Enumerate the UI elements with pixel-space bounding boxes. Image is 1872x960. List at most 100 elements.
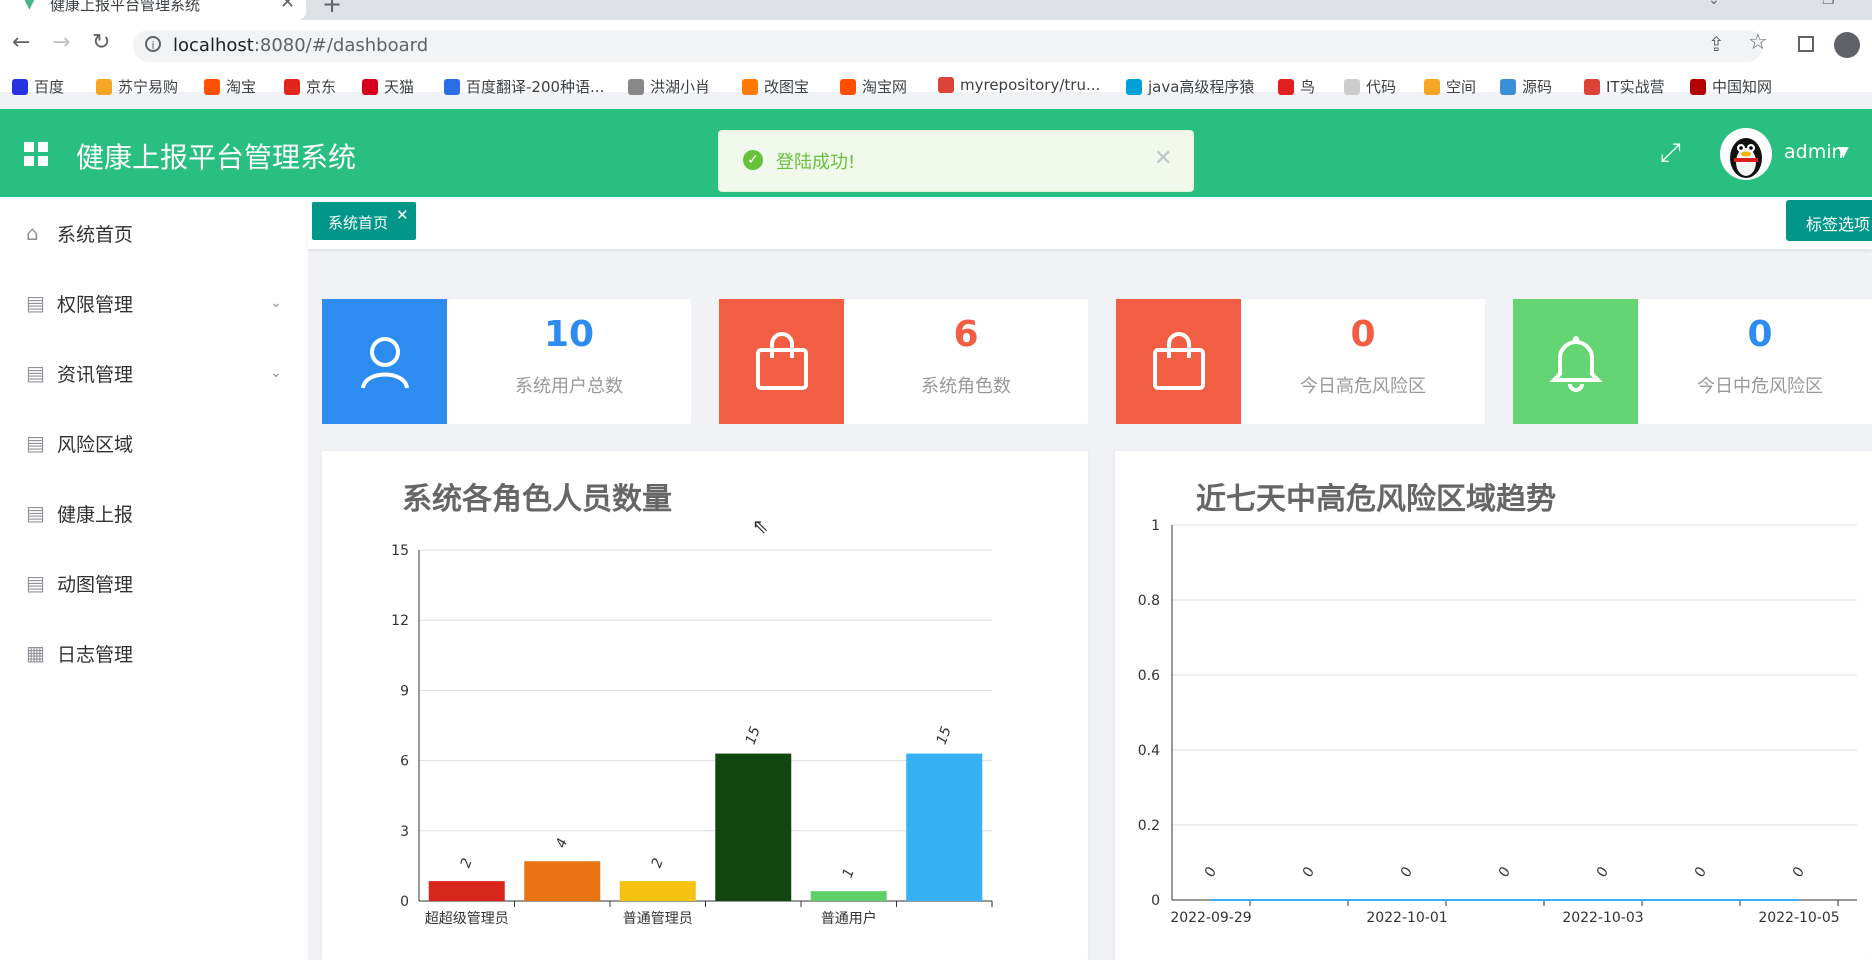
sidebar-item[interactable]: ▤ 动图管理 [0, 548, 308, 618]
tab-search-icon[interactable]: ⌄ [1708, 0, 1720, 8]
bookmark-favicon-icon [1500, 78, 1516, 95]
role-bar-chart: 0 3 6 9 12 15 2 超超级管理员 4 2 普通管理员 15 1 普通用户 15 [391, 543, 993, 927]
new-tab-icon[interactable]: + [322, 0, 342, 18]
document-icon: ▤ [26, 361, 45, 385]
bookmark-label: IT实战营 [1606, 78, 1665, 96]
bookmark-label: 空间 [1446, 78, 1477, 96]
window-restore-icon[interactable]: ❐ [1822, 0, 1835, 8]
bookmark-label: java高级程序猿 [1148, 78, 1255, 96]
bookmark-item[interactable]: 淘宝网 [840, 76, 907, 97]
bookmark-item[interactable]: 源码 [1500, 76, 1552, 97]
bookmark-item[interactable]: java高级程序猿 [1126, 76, 1254, 97]
sidebar-item[interactable]: ▤ 健康上报 [0, 478, 308, 548]
bookmark-item[interactable]: 代码 [1344, 76, 1396, 97]
bookmark-star-icon[interactable]: ☆ [1748, 30, 1768, 55]
calendar-icon: ▦ [26, 641, 45, 665]
success-check-icon: ✓ [743, 150, 763, 170]
x-tick-label: 2022-10-05 [1758, 910, 1839, 926]
shopping-bag-icon [1116, 299, 1241, 424]
bar [906, 753, 983, 901]
browser-tab-title: 健康上报平台管理系统 [50, 0, 201, 14]
toast-close-icon[interactable]: ✕ [1154, 146, 1172, 171]
penguin-avatar-icon [1730, 138, 1762, 178]
bookmark-favicon-icon [204, 78, 220, 95]
point-value-label: 0 [1300, 865, 1318, 879]
sidebar-item[interactable]: ▤ 资讯管理 ⌄ [0, 338, 308, 408]
home-icon: ⌂ [26, 221, 39, 245]
bookmark-item[interactable]: 鸟 [1278, 76, 1315, 97]
stat-label: 系统用户总数 [515, 376, 623, 397]
bookmark-favicon-icon [742, 78, 758, 95]
menu-toggle-icon[interactable] [24, 142, 48, 166]
bookmark-label: 中国知网 [1712, 78, 1773, 96]
mouse-cursor-icon: ⇖ [752, 514, 769, 538]
bar [428, 881, 505, 901]
y-tick-label: 0.4 [1138, 743, 1160, 759]
chevron-down-icon: ⌄ [270, 295, 282, 311]
y-tick-label: 0 [400, 894, 409, 910]
x-tick-label: 普通管理员 [623, 911, 693, 927]
bookmark-item[interactable]: 洪湖小肖 [628, 76, 710, 97]
sidebar-item[interactable]: ▦ 日志管理 [0, 618, 308, 688]
forward-icon[interactable]: → [52, 30, 70, 55]
stat-label: 系统角色数 [921, 376, 1011, 397]
back-icon[interactable]: ← [12, 30, 30, 55]
bookmark-favicon-icon [1126, 78, 1142, 95]
shopping-bag-icon [719, 299, 844, 424]
bookmark-label: 改图宝 [764, 78, 810, 96]
sidebar-item-label: 日志管理 [57, 643, 134, 666]
bookmark-item[interactable]: 百度翻译-200种语... [444, 76, 604, 97]
profile-icon[interactable] [1834, 32, 1860, 58]
fullscreen-icon[interactable]: ⤢ [1660, 138, 1681, 169]
stat-value: 10 [543, 314, 595, 355]
y-tick-label: 15 [391, 543, 409, 559]
x-tick-label: 超超级管理员 [425, 911, 509, 927]
side-panel-icon[interactable] [1798, 36, 1814, 52]
risk-trend-chart: 0 0.2 0.4 0.6 0.8 1 0 0 0 0 0 0 0 2022-09-29 2022-10-0… [1138, 518, 1857, 926]
y-tick-label: 9 [400, 683, 409, 699]
point-value-label: 0 [1594, 865, 1612, 879]
reload-icon[interactable]: ↻ [92, 30, 110, 55]
sidebar-item-label: 健康上报 [57, 503, 134, 526]
sidebar-item[interactable]: ▤ 权限管理 ⌄ [0, 268, 308, 338]
y-tick-label: 12 [391, 613, 409, 629]
point-value-label: 0 [1398, 865, 1416, 879]
tag-close-icon[interactable]: ✕ [396, 206, 409, 224]
y-tick-label: 3 [400, 824, 409, 840]
bookmark-item[interactable]: 天猫 [362, 76, 414, 97]
bookmark-item[interactable]: 京东 [284, 76, 336, 97]
point-value-label: 0 [1496, 865, 1514, 879]
bookmark-favicon-icon [1278, 78, 1294, 95]
bookmark-favicon-icon [1584, 78, 1600, 95]
bookmark-favicon-icon [444, 78, 460, 95]
bookmark-item[interactable]: myrepository/tru... [938, 76, 1100, 94]
sidebar-item[interactable]: ⌂ 系统首页 [0, 198, 308, 268]
tab-close-icon[interactable]: ✕ [280, 0, 295, 13]
user-dropdown-caret-icon[interactable]: ▼ [1838, 144, 1849, 160]
x-tick-label: 2022-10-01 [1366, 910, 1447, 926]
share-icon[interactable]: ⇪ [1708, 32, 1725, 56]
bar-value-label: 15 [743, 724, 764, 746]
tag-options-label: 标签选项 [1806, 215, 1871, 234]
document-icon: ▤ [26, 571, 45, 595]
bookmark-label: 洪湖小肖 [650, 78, 711, 96]
bookmark-favicon-icon [96, 78, 112, 95]
user-icon [322, 299, 447, 424]
x-tick-label: 普通用户 [821, 910, 877, 927]
sidebar-item[interactable]: ▤ 风险区域 [0, 408, 308, 478]
bookmark-item[interactable]: IT实战营 [1584, 76, 1665, 97]
site-info-icon[interactable]: i [145, 36, 161, 52]
bookmark-item[interactable]: 中国知网 [1690, 76, 1772, 97]
sidebar-item-label: 系统首页 [57, 223, 134, 246]
bookmark-item[interactable]: 淘宝 [204, 76, 256, 97]
bookmark-item[interactable]: 空间 [1424, 76, 1476, 97]
avatar[interactable] [1720, 128, 1772, 180]
bookmark-label: 天猫 [384, 78, 415, 96]
bar [524, 861, 601, 901]
bookmark-item[interactable]: 苏宁易购 [96, 76, 178, 97]
bookmark-item[interactable]: 百度 [12, 76, 64, 97]
bookmark-favicon-icon [284, 78, 300, 95]
bookmark-item[interactable]: 改图宝 [742, 76, 809, 97]
user-name[interactable]: admin [1784, 141, 1844, 163]
x-tick-label: 2022-09-29 [1170, 910, 1251, 926]
